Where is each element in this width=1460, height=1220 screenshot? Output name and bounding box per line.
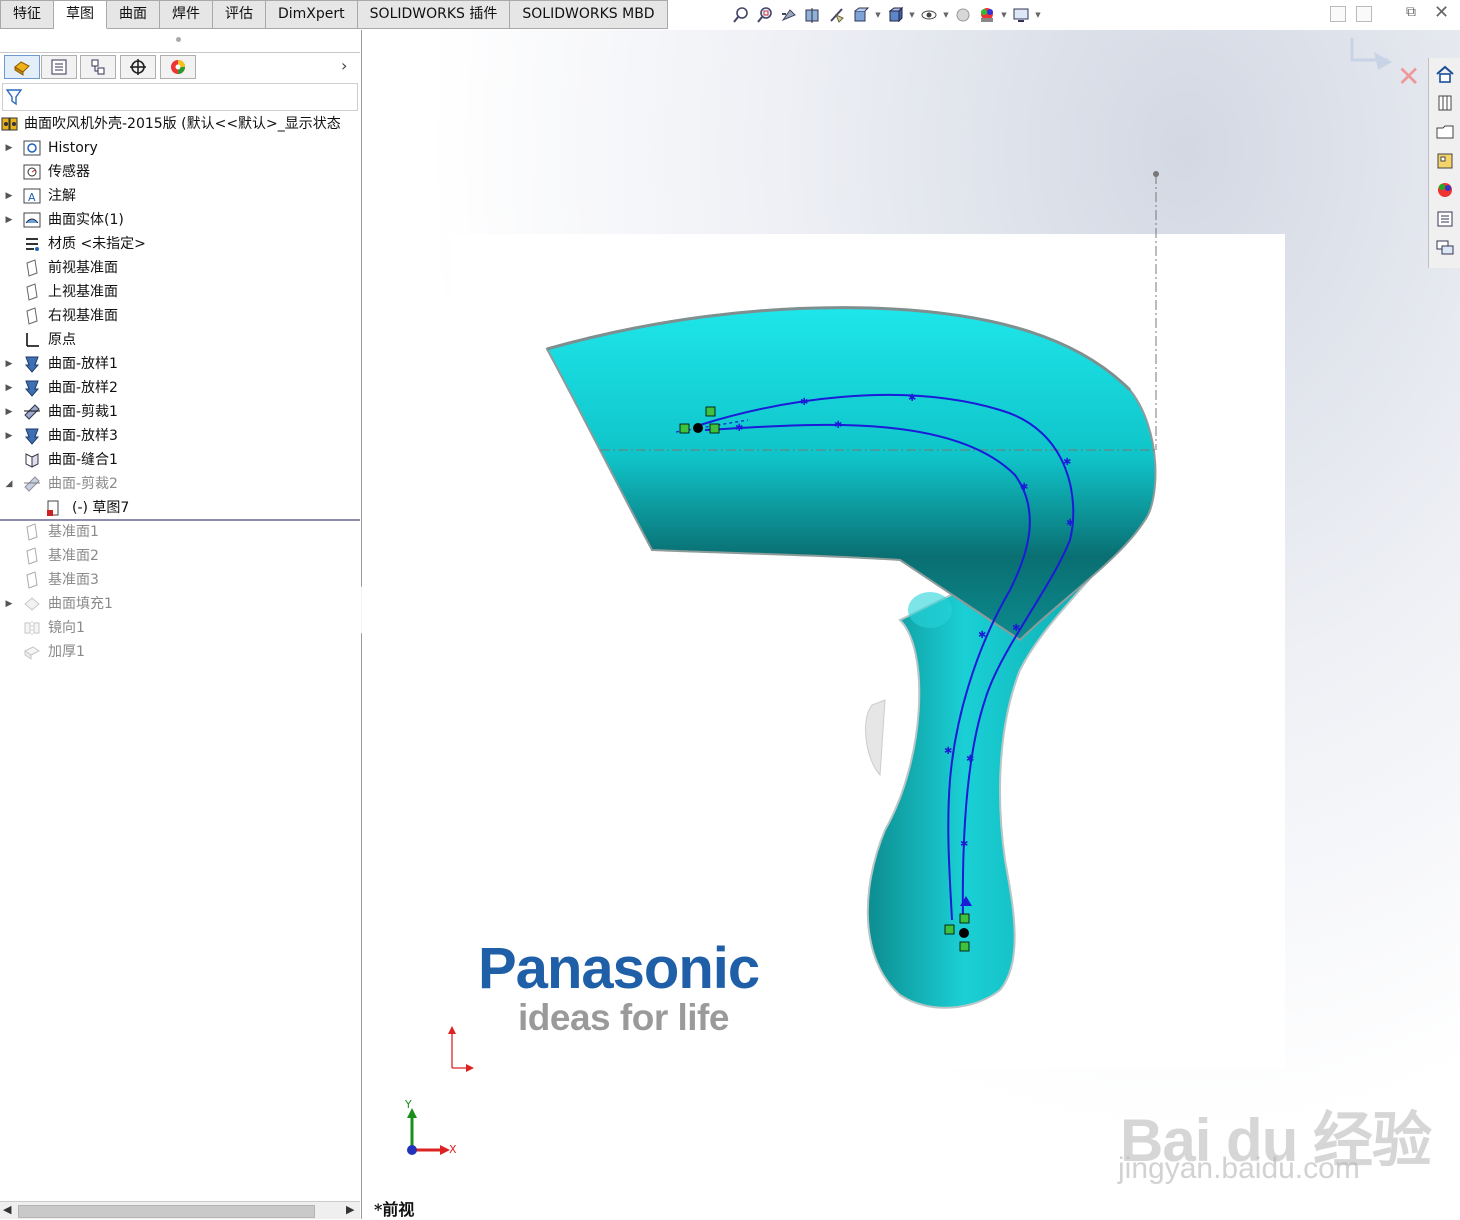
svg-text:✱: ✱ bbox=[1012, 623, 1020, 634]
view-orientation-label: *前视 bbox=[374, 1200, 415, 1219]
svg-text:✱: ✱ bbox=[978, 630, 986, 641]
home-icon[interactable] bbox=[1433, 62, 1457, 86]
custom-properties-icon[interactable] bbox=[1433, 207, 1457, 231]
forum-icon[interactable] bbox=[1433, 236, 1457, 260]
svg-text:✱: ✱ bbox=[944, 746, 952, 757]
brand-name: Panasonic bbox=[478, 936, 760, 1001]
design-library-icon[interactable] bbox=[1433, 91, 1457, 115]
file-explorer-icon[interactable] bbox=[1433, 120, 1457, 144]
task-pane-tabs bbox=[1428, 58, 1460, 268]
cancel-sketch-icon[interactable]: ✕ bbox=[1397, 63, 1420, 91]
reference-triad[interactable] bbox=[407, 1108, 450, 1155]
appearances-icon[interactable] bbox=[1433, 178, 1457, 202]
origin-indicator bbox=[448, 1026, 474, 1072]
svg-text:✱: ✱ bbox=[1020, 482, 1028, 493]
svg-text:✱: ✱ bbox=[1063, 457, 1071, 468]
triad-x-label: X bbox=[449, 1143, 457, 1156]
svg-text:✱: ✱ bbox=[960, 839, 968, 850]
svg-text:✱: ✱ bbox=[834, 420, 842, 431]
svg-text:✱: ✱ bbox=[735, 423, 743, 434]
confirmation-corner[interactable] bbox=[1350, 38, 1392, 70]
triad-y-label: Y bbox=[405, 1098, 412, 1111]
sketch-overlay: ✱ ✱ ✱ ✱ ✱ ✱ ✱ ✱ ✱ ✱ ✱ ✱ bbox=[407, 38, 1392, 1155]
view-palette-icon[interactable] bbox=[1433, 149, 1457, 173]
svg-text:✱: ✱ bbox=[966, 754, 974, 765]
svg-text:✱: ✱ bbox=[800, 397, 808, 408]
brand-slogan: ideas for life bbox=[518, 997, 729, 1038]
watermark-url: jingyan.baidu.com bbox=[1118, 1152, 1360, 1185]
hair-dryer-model[interactable] bbox=[545, 306, 1157, 1009]
svg-text:✱: ✱ bbox=[1066, 518, 1074, 529]
svg-text:✱: ✱ bbox=[908, 393, 916, 404]
